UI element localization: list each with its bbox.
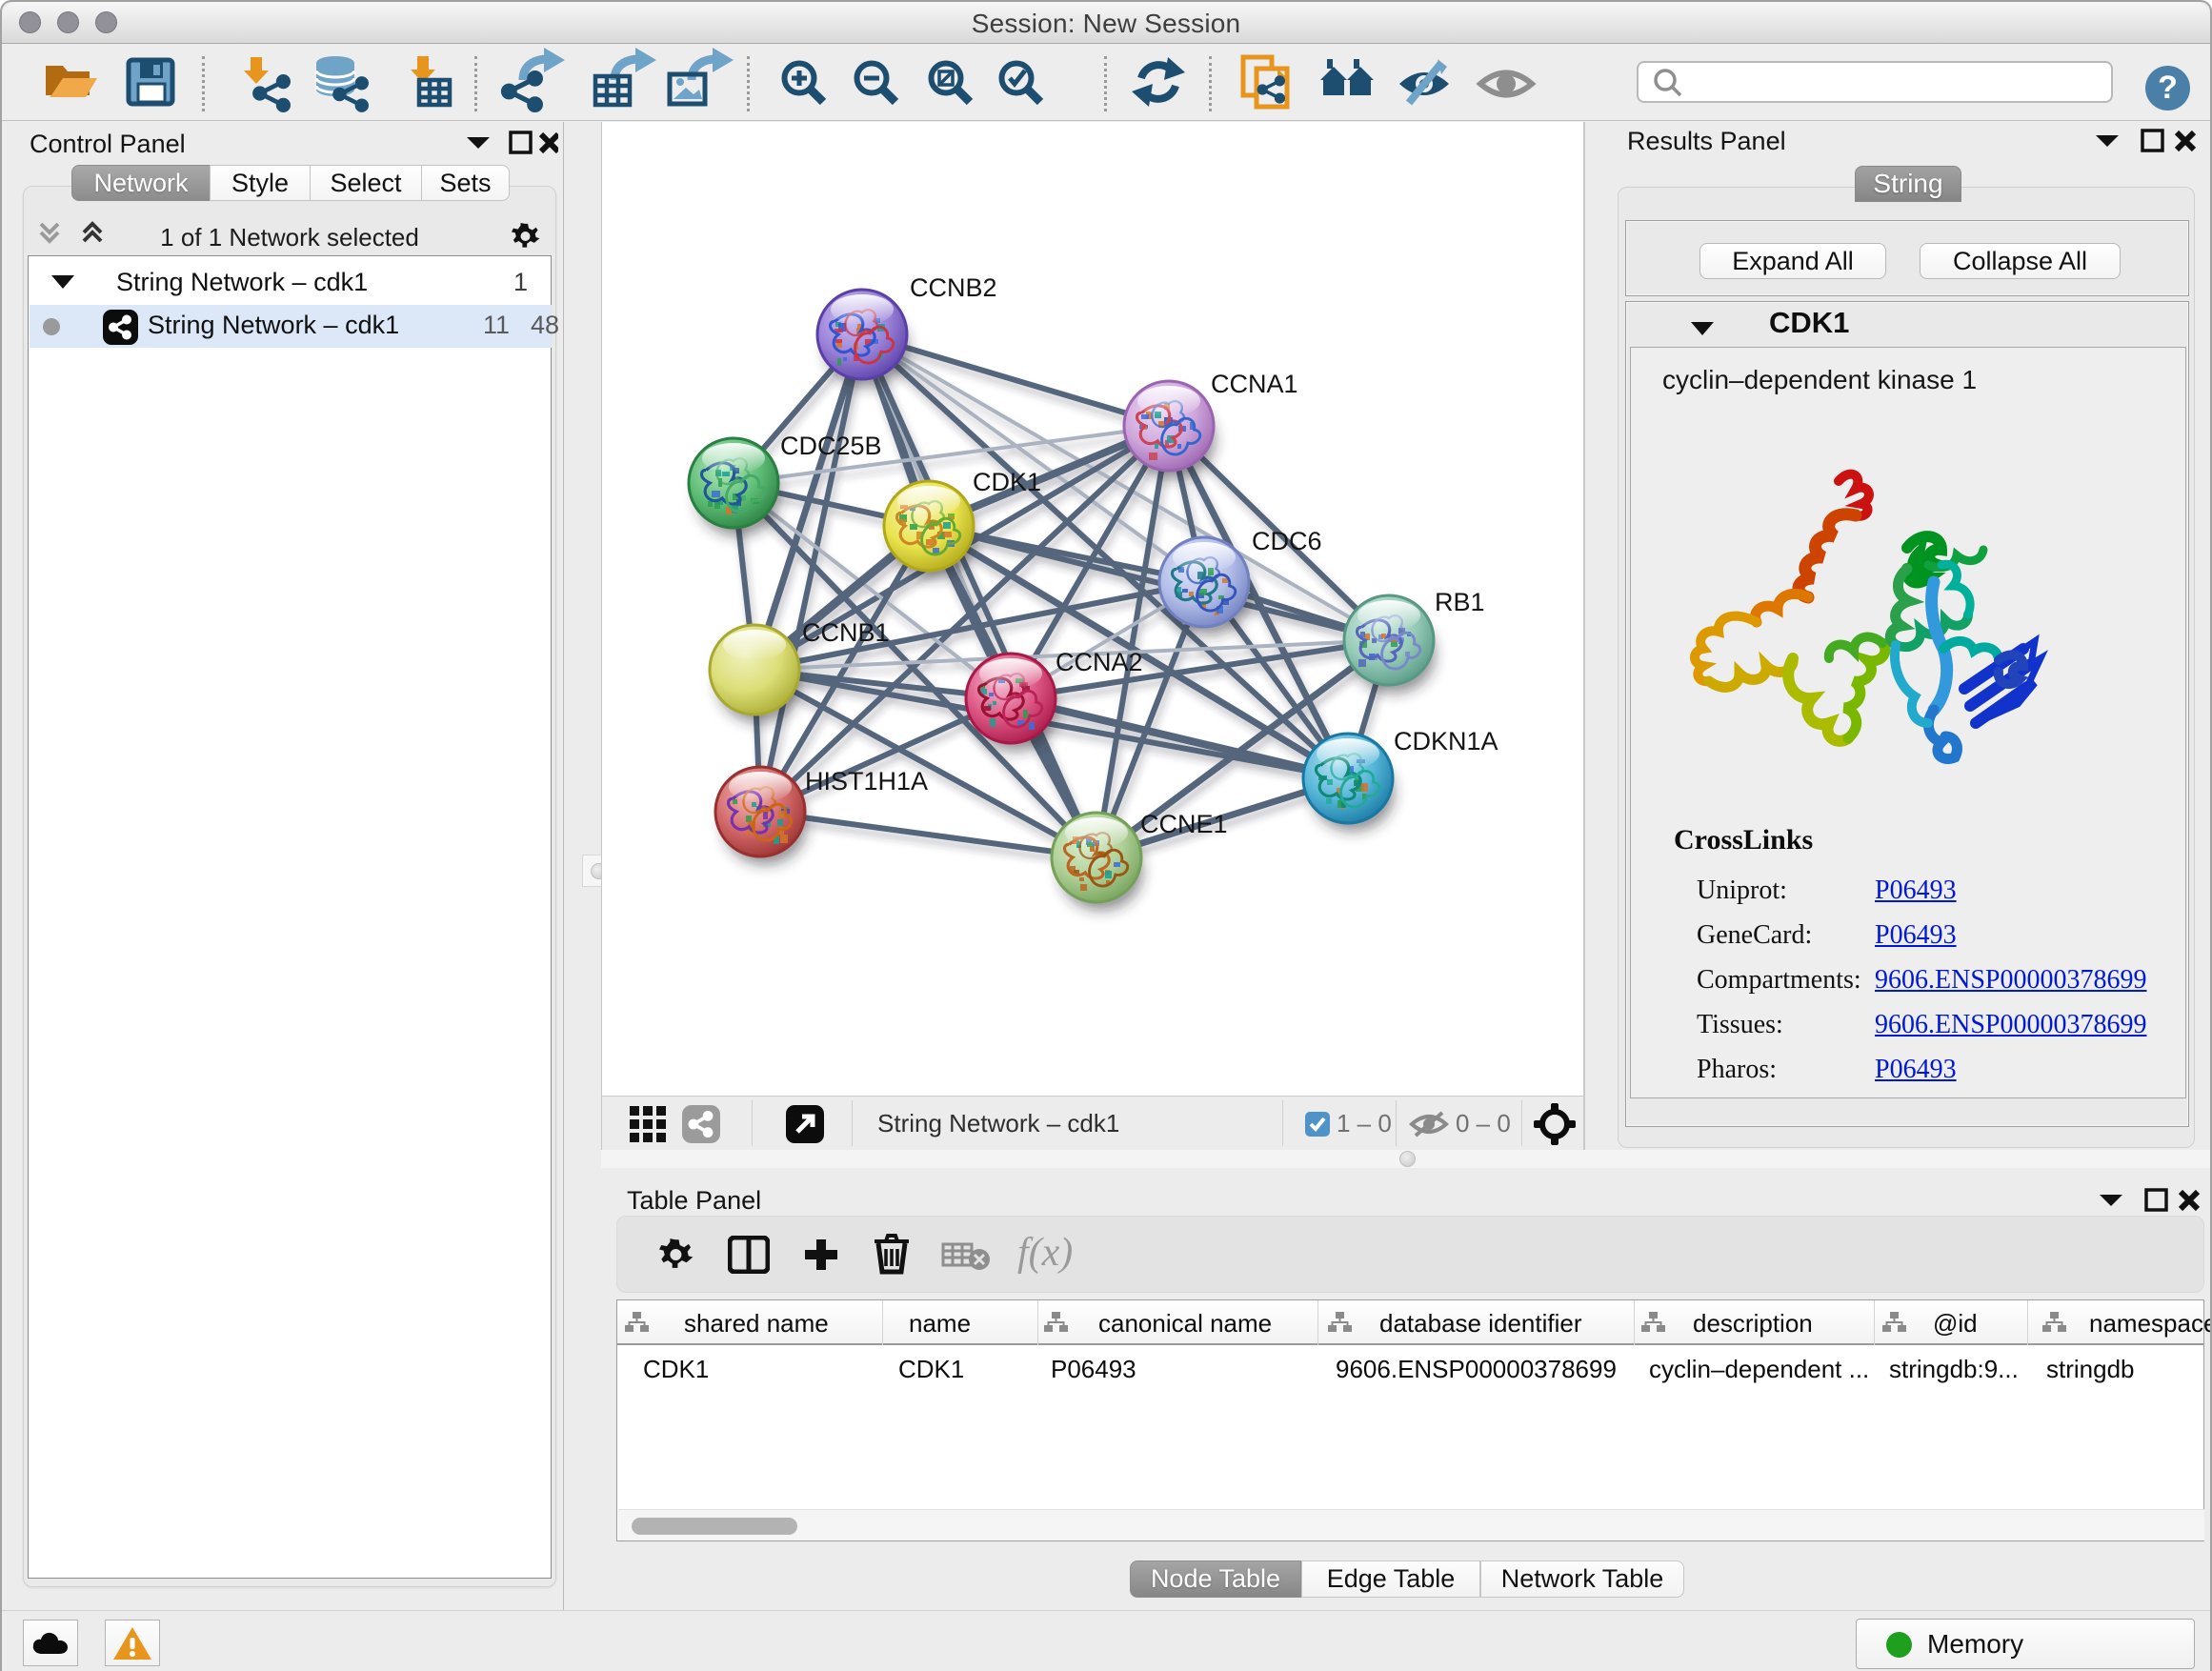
svg-text:CDK1: CDK1 xyxy=(973,468,1041,496)
svg-text:CCNB2: CCNB2 xyxy=(910,273,997,302)
svg-text:CCNE1: CCNE1 xyxy=(1140,810,1228,838)
svg-text:RB1: RB1 xyxy=(1435,588,1485,616)
svg-text:CCNA2: CCNA2 xyxy=(1056,648,1143,676)
svg-text:CDKN1A: CDKN1A xyxy=(1394,727,1498,755)
svg-text:CCNA1: CCNA1 xyxy=(1211,370,1298,398)
svg-text:CCNB1: CCNB1 xyxy=(802,618,890,647)
svg-text:CDC6: CDC6 xyxy=(1252,527,1322,555)
svg-text:CDC25B: CDC25B xyxy=(780,432,882,460)
svg-text:HIST1H1A: HIST1H1A xyxy=(805,767,928,795)
